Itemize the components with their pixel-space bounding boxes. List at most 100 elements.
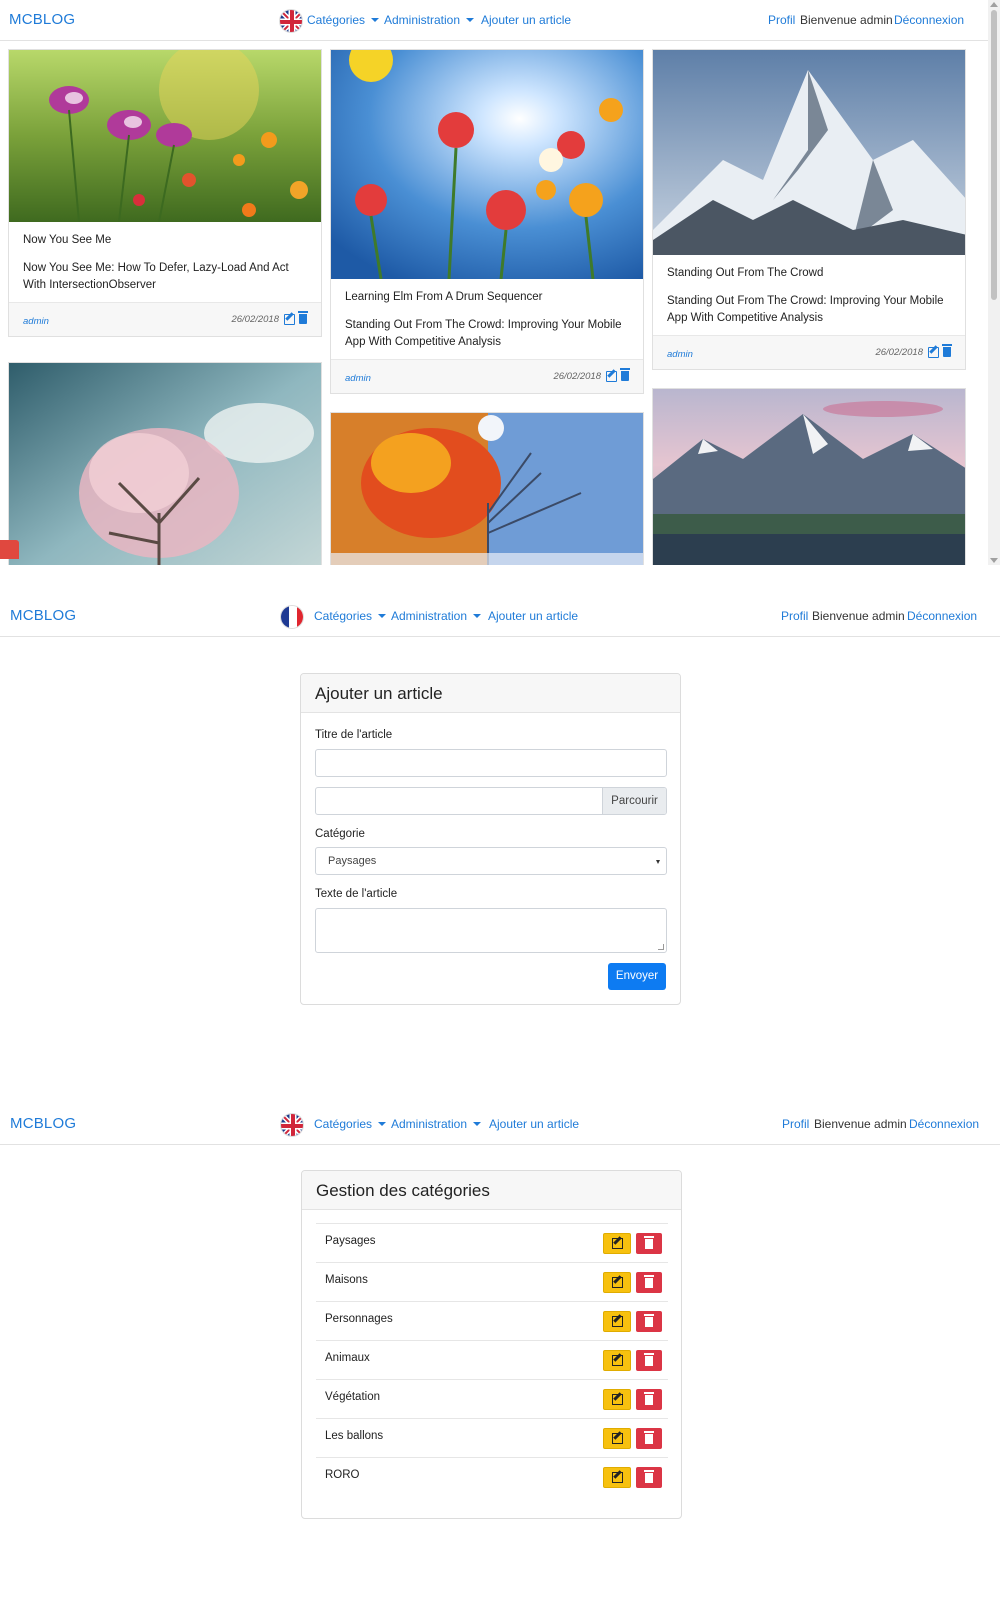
article-text-area[interactable] [315,908,667,953]
edit-category-button[interactable] [603,1233,631,1254]
submit-button[interactable]: Envoyer [608,963,666,990]
edit-category-button[interactable] [603,1311,631,1332]
nav-categories-dropdown[interactable]: Catégories [314,609,387,623]
delete-category-button[interactable] [636,1272,662,1293]
nav-administration-dropdown[interactable]: Administration [391,609,482,623]
resize-handle-icon[interactable] [658,944,664,950]
article-image-cosmos[interactable] [9,50,321,222]
nav-administration-dropdown[interactable]: Administration [384,13,475,27]
edit-category-button[interactable] [603,1389,631,1410]
article-title[interactable]: Now You See Me [23,234,307,246]
article-date: 26/02/2018 [231,314,279,325]
article-title[interactable]: Learning Elm From A Drum Sequencer [345,291,629,303]
article-title[interactable]: Standing Out From The Crowd [667,267,951,279]
browse-button[interactable]: Parcourir [602,788,666,814]
navbar: MCBLOG Catégories Administration Ajouter… [0,1104,1000,1145]
categories-card: Gestion des catégories Paysages Maisons … [301,1170,682,1519]
category-select[interactable]: Paysages [315,847,667,875]
trash-icon[interactable] [942,344,952,357]
fr-flag-icon[interactable] [280,605,304,629]
nav-add-article-link[interactable]: Ajouter un article [481,13,571,27]
uk-flag-icon[interactable] [279,9,303,33]
chevron-down-icon [371,18,380,22]
nav-add-article-link[interactable]: Ajouter un article [488,609,578,623]
category-label: Catégorie [315,828,365,840]
category-row: Paysages [316,1223,668,1262]
category-name: RORO [325,1469,360,1481]
article-date: 26/02/2018 [553,371,601,382]
edit-icon [612,1238,623,1249]
nav-categories-dropdown[interactable]: Catégories [314,1117,387,1131]
edit-category-button[interactable] [603,1350,631,1371]
nav-administration-label: Administration [391,609,468,623]
brand-link[interactable]: MCBLOG [9,11,75,28]
edit-icon[interactable] [928,347,939,358]
nav-profile-link[interactable]: Profil [782,1117,809,1131]
nav-profile-link[interactable]: Profil [781,609,808,623]
category-name: Maisons [325,1274,368,1286]
nav-logout-link[interactable]: Déconnexion [894,13,964,27]
delete-category-button[interactable] [636,1467,662,1488]
article-author[interactable]: admin [23,316,49,327]
trash-icon [644,1236,654,1249]
category-name: Personnages [325,1313,393,1325]
nav-logout-link[interactable]: Déconnexion [909,1117,979,1131]
edit-icon[interactable] [284,314,295,325]
chevron-down-icon [656,860,660,864]
delete-category-button[interactable] [636,1350,662,1371]
card-header: Ajouter un article [301,674,680,713]
delete-category-button[interactable] [636,1233,662,1254]
uk-flag-icon[interactable] [280,1113,304,1137]
welcome-text: Bienvenue admin [814,1117,907,1131]
trash-icon[interactable] [620,368,630,381]
article-image-flowers-sky[interactable] [331,50,643,279]
scrollbar-thumb[interactable] [991,10,997,300]
article-image-autumn-winter[interactable] [331,413,643,565]
scroll-up-icon[interactable] [990,2,998,7]
file-input[interactable]: Parcourir [315,787,667,815]
nav-profile-link[interactable]: Profil [768,13,795,27]
edit-category-button[interactable] [603,1272,631,1293]
page-scrollbar[interactable] [988,0,1000,565]
nav-logout-link[interactable]: Déconnexion [907,609,977,623]
nav-categories-dropdown[interactable]: Catégories [307,13,380,27]
article-image-mountain[interactable] [653,50,965,255]
nav-administration-dropdown[interactable]: Administration [391,1117,482,1131]
brand-link[interactable]: MCBLOG [10,1115,76,1132]
nav-administration-label: Administration [391,1117,468,1131]
category-row: Personnages [316,1301,668,1340]
category-row: Animaux [316,1340,668,1379]
category-row: Les ballons [316,1418,668,1457]
edit-icon [612,1394,623,1405]
scroll-down-icon[interactable] [990,558,998,563]
article-excerpt: Now You See Me: How To Defer, Lazy-Load … [23,262,289,291]
edit-category-button[interactable] [603,1428,631,1449]
chevron-down-icon [473,1122,482,1126]
article-footer: admin 26/02/2018 [9,302,321,336]
nav-categories-label: Catégories [307,13,366,27]
article-card [652,388,966,565]
category-row: Végétation [316,1379,668,1418]
article-date: 26/02/2018 [875,347,923,358]
title-input[interactable] [315,749,667,777]
article-author[interactable]: admin [345,373,371,384]
article-list-screen: MCBLOG Catégories Administration Ajouter… [0,0,1000,565]
delete-category-button[interactable] [636,1389,662,1410]
delete-category-button[interactable] [636,1311,662,1332]
app-badge-icon[interactable] [0,540,19,559]
article-card: Standing Out From The Crowd Standing Out… [652,49,966,370]
chevron-down-icon [378,614,387,618]
edit-icon[interactable] [606,371,617,382]
welcome-text: Bienvenue admin [812,609,905,623]
trash-icon[interactable] [298,311,308,324]
article-card: Learning Elm From A Drum Sequencer Stand… [330,49,644,394]
brand-link[interactable]: MCBLOG [10,607,76,624]
edit-category-button[interactable] [603,1467,631,1488]
nav-add-article-link[interactable]: Ajouter un article [489,1117,579,1131]
article-author[interactable]: admin [667,349,693,360]
article-image-mountain-lake[interactable] [653,389,965,565]
article-footer: admin 26/02/2018 [653,335,965,369]
article-image-blossom-tree[interactable] [9,363,321,565]
delete-category-button[interactable] [636,1428,662,1449]
trash-icon [644,1470,654,1483]
